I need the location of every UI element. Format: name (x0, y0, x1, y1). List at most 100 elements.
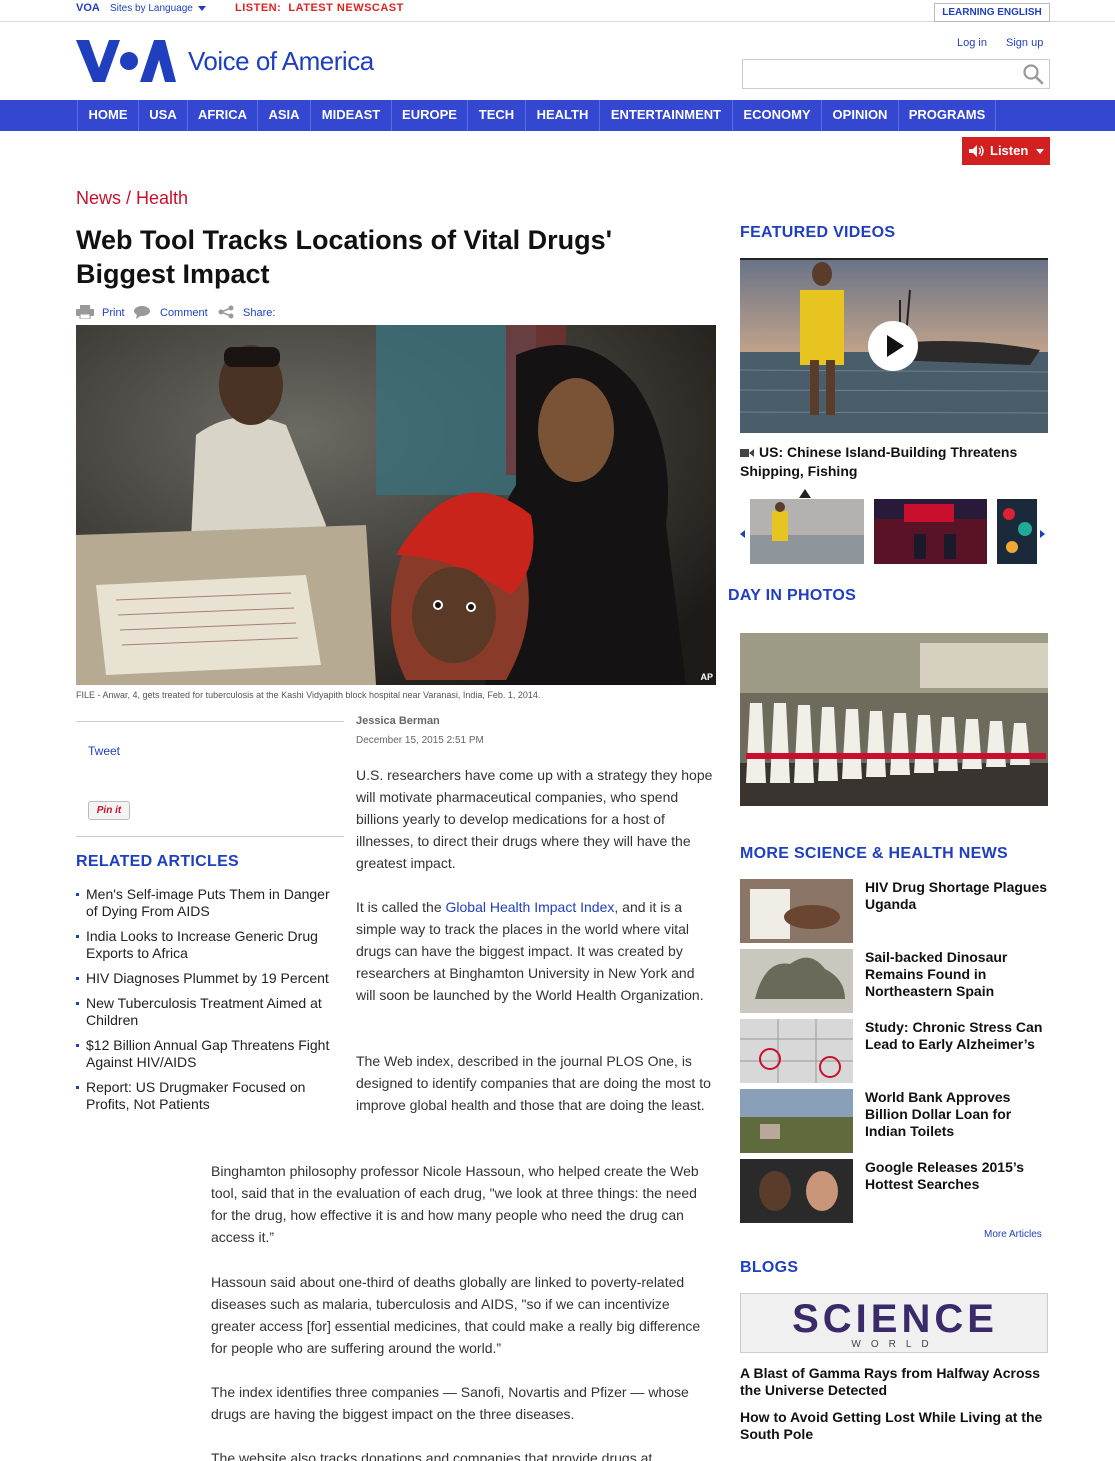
chevron-left-icon[interactable] (740, 530, 745, 538)
video-camera-icon (740, 449, 754, 458)
nav-europe[interactable]: EUROPE (391, 100, 467, 131)
article-paragraph: The website also tracks donations and co… (211, 1450, 653, 1461)
blogs-heading: BLOGS (740, 1259, 799, 1276)
news-list-item[interactable]: World Bank Approves Billion Dollar Loan … (740, 1089, 1050, 1153)
site-title[interactable]: Voice of America (188, 46, 374, 77)
breadcrumb[interactable]: News / Health (76, 188, 188, 209)
science-world-logo: SCIENCE WORLD (741, 1294, 1047, 1352)
more-articles-link[interactable]: More Articles (984, 1229, 1042, 1240)
play-icon[interactable] (867, 320, 919, 372)
tweet-button[interactable]: Tweet (88, 744, 120, 758)
news-headline: HIV Drug Shortage Plagues Uganda (865, 879, 1048, 912)
share-icon[interactable] (217, 305, 235, 319)
news-thumbnail (740, 1019, 853, 1083)
news-thumbnail (740, 879, 853, 943)
news-thumbnail (740, 949, 853, 1013)
video-thumbnail[interactable] (997, 499, 1037, 564)
news-list-item[interactable]: Google Releases 2015’s Hottest Searches (740, 1159, 1050, 1223)
related-articles-heading: RELATED ARTICLES (76, 853, 240, 870)
listen-label: LISTEN: (235, 2, 282, 14)
voa-home-link[interactable]: VOA (76, 2, 100, 14)
divider (76, 721, 344, 722)
article-headline: Web Tool Tracks Locations of Vital Drugs… (76, 225, 613, 289)
nav-usa[interactable]: USA (138, 100, 187, 131)
article-paragraph: Hassoun said about one-third of deaths g… (211, 1274, 701, 1356)
hero-photo-illustration (76, 325, 716, 685)
article-paragraph: U.S. researchers have come up with a str… (356, 767, 713, 871)
video-thumbnail[interactable] (874, 499, 987, 564)
voa-logo-icon[interactable] (76, 40, 176, 82)
news-list-item[interactable]: HIV Drug Shortage Plagues Uganda (740, 879, 1050, 943)
print-icon[interactable] (76, 305, 94, 319)
latest-newscast-link[interactable]: LISTEN: LATEST NEWSCAST (235, 2, 404, 14)
learning-english-button[interactable]: LEARNING ENGLISH (934, 3, 1050, 22)
video-thumbnail[interactable] (750, 499, 864, 564)
article-actions: Print Comment Share: (76, 305, 296, 321)
author-byline[interactable]: Jessica Berman (356, 715, 440, 727)
news-headline: Sail-backed Dinosaur Remains Found in No… (865, 949, 1008, 999)
paragraph-text: It is called the (356, 899, 446, 915)
search-icon[interactable] (1022, 63, 1044, 85)
featured-video-title[interactable]: US: Chinese Island-Building Threatens Sh… (740, 443, 1048, 481)
nav-africa[interactable]: AFRICA (187, 100, 257, 131)
related-article-link[interactable]: Report: US Drugmaker Focused on Profits,… (76, 1079, 336, 1113)
article-paragraph: It is called the Global Health Impact In… (356, 896, 716, 1006)
comment-icon[interactable] (133, 305, 151, 319)
nav-entertainment[interactable]: ENTERTAINMENT (599, 100, 732, 131)
blog-post-link[interactable]: How to Avoid Getting Lost While Living a… (740, 1409, 1048, 1443)
chevron-down-icon (1036, 149, 1044, 154)
signup-link[interactable]: Sign up (1006, 37, 1043, 49)
login-link[interactable]: Log in (957, 37, 987, 49)
more-science-health-heading: MORE SCIENCE & HEALTH NEWS (740, 845, 1008, 862)
banner-subtitle: WORLD (851, 1339, 938, 1350)
related-article-link[interactable]: New Tuberculosis Treatment Aimed at Chil… (76, 995, 336, 1029)
thumbnail-illustration (874, 499, 987, 564)
selected-indicator (799, 489, 811, 498)
banner-title: SCIENCE (792, 1297, 998, 1341)
day-in-photos-heading: DAY IN PHOTOS (728, 587, 857, 604)
thumbnail-illustration (750, 499, 864, 564)
nav-mideast[interactable]: MIDEAST (310, 100, 391, 131)
related-article-link[interactable]: $12 Billion Annual Gap Threatens Fight A… (76, 1037, 336, 1071)
news-thumbnail (740, 1089, 853, 1153)
listen-button[interactable]: Listen (962, 137, 1050, 165)
pinterest-button[interactable]: Pin it (88, 801, 130, 820)
news-list-item[interactable]: Sail-backed Dinosaur Remains Found in No… (740, 949, 1050, 1013)
article-paragraph: Binghamton philosophy professor Nicole H… (211, 1163, 699, 1245)
nav-asia[interactable]: ASIA (257, 100, 310, 131)
photo-illustration (740, 633, 1048, 806)
chevron-down-icon (197, 5, 206, 11)
share-label[interactable]: Share: (243, 307, 275, 319)
related-article-link[interactable]: HIV Diagnoses Plummet by 19 Percent (76, 970, 336, 987)
nav-opinion[interactable]: OPINION (821, 100, 898, 131)
news-thumbnail (740, 1159, 853, 1223)
global-health-impact-index-link[interactable]: Global Health Impact Index (446, 899, 615, 915)
nav-tech[interactable]: TECH (467, 100, 525, 131)
related-article-link[interactable]: Men's Self-image Puts Them in Danger of … (76, 886, 336, 920)
sites-by-language-dropdown[interactable]: Sites by Language (110, 3, 206, 14)
nav-economy[interactable]: ECONOMY (732, 100, 821, 131)
news-headline: Google Releases 2015’s Hottest Searches (865, 1159, 1025, 1192)
nav-home[interactable]: HOME (77, 100, 138, 131)
science-world-banner[interactable]: SCIENCE WORLD (740, 1293, 1048, 1353)
news-headline: World Bank Approves Billion Dollar Loan … (865, 1089, 1012, 1139)
latest-newscast-label: LATEST NEWSCAST (288, 2, 404, 14)
nav-programs[interactable]: PROGRAMS (898, 100, 996, 131)
print-link[interactable]: Print (102, 307, 125, 319)
photo-caption: FILE - Anwar, 4, gets treated for tuberc… (76, 690, 541, 700)
featured-videos-heading: FEATURED VIDEOS (740, 224, 896, 241)
chevron-right-icon[interactable] (1040, 530, 1045, 538)
comment-link[interactable]: Comment (160, 307, 208, 319)
nav-health[interactable]: HEALTH (525, 100, 599, 131)
listen-button-label: Listen (990, 143, 1029, 158)
article-hero-image: AP (76, 325, 716, 685)
blog-post-link[interactable]: A Blast of Gamma Rays from Halfway Acros… (740, 1365, 1048, 1399)
day-in-photos-image[interactable] (740, 633, 1048, 806)
news-list-item[interactable]: Study: Chronic Stress Can Lead to Early … (740, 1019, 1050, 1083)
main-navigation: HOME USA AFRICA ASIA MIDEAST EUROPE TECH… (0, 100, 1115, 131)
article-paragraph: The Web index, described in the journal … (356, 1053, 711, 1113)
search-input[interactable] (742, 59, 1050, 89)
thumbnail-illustration (997, 499, 1037, 564)
speaker-icon (969, 145, 984, 157)
related-article-link[interactable]: India Looks to Increase Generic Drug Exp… (76, 928, 336, 962)
